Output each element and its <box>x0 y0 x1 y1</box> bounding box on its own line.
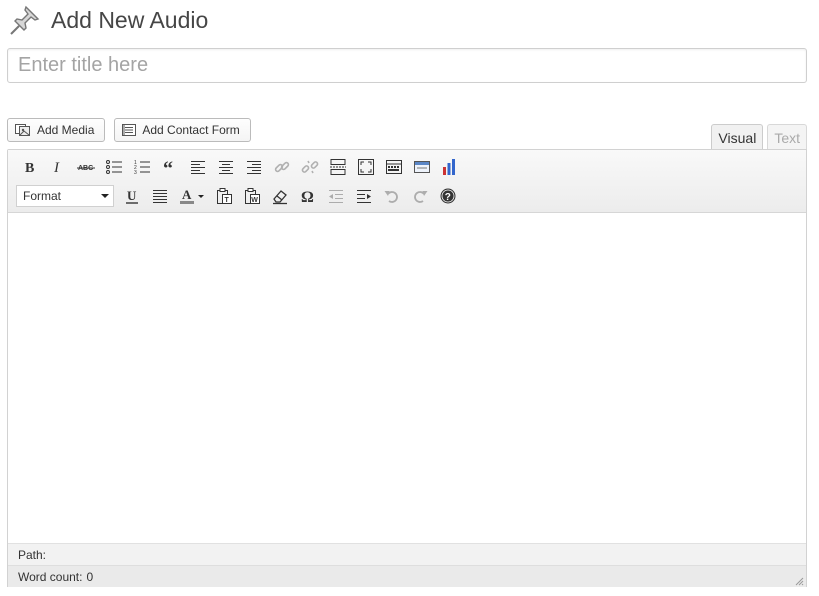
form-icon <box>414 161 430 173</box>
bold-icon: B <box>25 161 34 176</box>
add-contact-form-label: Add Contact Form <box>142 123 240 137</box>
editor-tabs: Visual Text <box>711 124 807 151</box>
blockquote-button[interactable]: “ <box>156 154 184 180</box>
align-left-icon <box>191 161 205 174</box>
tab-text[interactable]: Text <box>767 124 807 150</box>
editor-toolbar: B I ABC 123 “ <box>8 150 806 213</box>
italic-icon: I <box>53 160 60 176</box>
contact-form-icon <box>122 124 137 136</box>
add-media-label: Add Media <box>37 123 95 137</box>
chart-icon <box>443 159 455 175</box>
path-bar: Path: <box>8 543 806 565</box>
add-contact-form-button[interactable]: Add Contact Form <box>114 118 251 142</box>
svg-text:?: ? <box>445 192 451 203</box>
title-input[interactable] <box>7 48 807 83</box>
toolbar-toggle-button[interactable] <box>380 154 408 180</box>
toolbar-row-1: B I ABC 123 “ <box>16 154 464 180</box>
underline-icon: U <box>126 188 138 204</box>
strikethrough-button[interactable]: ABC <box>72 154 100 180</box>
add-media-button[interactable]: Add Media <box>7 118 106 142</box>
numbered-list-button[interactable]: 123 <box>128 154 156 180</box>
form-button[interactable] <box>408 154 436 180</box>
strikethrough-icon: ABC <box>77 165 95 172</box>
bold-button[interactable]: B <box>16 154 44 180</box>
kitchen-sink-icon <box>386 160 402 174</box>
svg-text:3: 3 <box>134 170 137 176</box>
chart-button[interactable] <box>436 154 464 180</box>
svg-text:Ω: Ω <box>301 189 314 205</box>
paste-as-text-button[interactable]: T <box>210 183 238 209</box>
fullscreen-icon <box>358 159 374 175</box>
underline-button[interactable]: U <box>118 183 146 209</box>
paste-text-icon: T <box>217 188 232 204</box>
align-center-icon <box>219 161 233 174</box>
add-media-icon <box>15 123 31 137</box>
svg-text:W: W <box>251 197 258 204</box>
format-select-value: Format <box>23 189 62 203</box>
page-title: Add New Audio <box>51 7 209 33</box>
path-label: Path: <box>18 547 47 562</box>
indent-icon <box>357 190 371 203</box>
help-icon: ? <box>440 188 456 204</box>
bullet-list-button[interactable] <box>100 154 128 180</box>
chevron-down-icon <box>101 194 109 198</box>
page-header: Add New Audio <box>8 3 208 37</box>
outdent-icon <box>329 190 343 203</box>
insert-link-button[interactable] <box>268 154 296 180</box>
toolbar-row-2: Format U A T W Ω ? <box>16 183 462 209</box>
svg-text:“: “ <box>163 158 173 176</box>
help-button[interactable]: ? <box>434 183 462 209</box>
word-count-bar: Word count: 0 <box>8 565 806 587</box>
unlink-icon <box>301 160 319 174</box>
indent-button[interactable] <box>350 183 378 209</box>
blockquote-icon: “ <box>163 158 173 176</box>
numbered-list-icon: 123 <box>134 160 150 176</box>
pushpin-icon <box>8 3 42 37</box>
undo-button[interactable] <box>378 183 406 209</box>
read-more-icon <box>330 159 346 175</box>
align-center-button[interactable] <box>212 154 240 180</box>
format-select[interactable]: Format <box>16 185 114 207</box>
editor: B I ABC 123 “ <box>7 149 807 587</box>
paste-word-icon: W <box>245 188 260 204</box>
link-icon <box>274 161 290 173</box>
redo-icon <box>414 191 428 203</box>
clear-formatting-button[interactable] <box>266 183 294 209</box>
text-color-button[interactable]: A <box>174 183 210 209</box>
tab-visual[interactable]: Visual <box>711 124 764 151</box>
text-color-icon: A <box>180 187 204 204</box>
insert-more-button[interactable] <box>324 154 352 180</box>
svg-text:T: T <box>225 197 230 204</box>
word-count-value: 0 <box>86 569 94 584</box>
eraser-icon <box>273 190 287 205</box>
editor-content[interactable] <box>8 213 806 543</box>
svg-text:U: U <box>127 188 137 203</box>
justify-button[interactable] <box>146 183 174 209</box>
word-count-label: Word count: <box>18 569 83 584</box>
resize-handle-icon[interactable] <box>794 575 804 586</box>
fullscreen-button[interactable] <box>352 154 380 180</box>
svg-text:B: B <box>25 161 34 176</box>
omega-icon: Ω <box>301 189 314 205</box>
remove-link-button[interactable] <box>296 154 324 180</box>
paste-from-word-button[interactable]: W <box>238 183 266 209</box>
redo-button[interactable] <box>406 183 434 209</box>
media-buttons: Add Media Add Contact Form <box>7 118 251 142</box>
svg-text:I: I <box>53 160 60 176</box>
justify-icon <box>153 190 167 203</box>
undo-icon <box>384 191 398 203</box>
bullet-list-icon <box>106 160 122 174</box>
italic-button[interactable]: I <box>44 154 72 180</box>
special-character-button[interactable]: Ω <box>294 183 322 209</box>
align-right-icon <box>247 161 261 174</box>
align-right-button[interactable] <box>240 154 268 180</box>
align-left-button[interactable] <box>184 154 212 180</box>
svg-text:A: A <box>182 187 192 202</box>
outdent-button[interactable] <box>322 183 350 209</box>
